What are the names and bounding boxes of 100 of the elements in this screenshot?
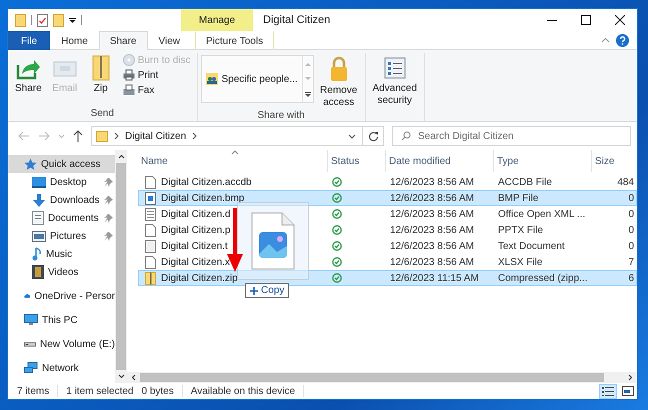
type-cell-text: Compressed (zipp... (497, 272, 588, 284)
ribbon-tab[interactable]: Home (50, 31, 99, 50)
type-cell-text: ACCDB File (497, 176, 553, 188)
scroll-down-icon[interactable] (118, 374, 124, 379)
disc-icon (122, 54, 135, 66)
file-row[interactable]: Digital Citizen.p 12/6/2023 8:56 AM PPTX File 0 (138, 222, 637, 238)
download-arrow-icon (32, 194, 46, 206)
nav-item[interactable]: New Volume (E:) (8, 335, 115, 353)
large-icons-view-button[interactable] (619, 384, 637, 398)
type-cell-text: XLSX File (497, 256, 544, 268)
picture-icon (32, 230, 46, 242)
help-icon[interactable] (616, 34, 629, 46)
up-icon[interactable] (73, 130, 83, 142)
size-cell-text: 0 (627, 240, 635, 252)
fax-button[interactable]: Fax (120, 83, 194, 97)
pin-icon[interactable] (104, 196, 113, 205)
nav-item[interactable]: Documents (8, 209, 115, 227)
status-text: 1 item selected (66, 386, 134, 396)
scroll-left-icon[interactable] (131, 374, 136, 381)
column-header[interactable]: Size (592, 150, 637, 172)
sort-caret-icon (231, 150, 239, 155)
film-icon (32, 265, 44, 279)
chevron-icon[interactable] (192, 132, 198, 140)
type-cell-text: Office Open XML ... (497, 208, 586, 220)
nav-item[interactable]: Downloads (8, 191, 115, 209)
file-name: Digital Citizen.t (161, 240, 228, 252)
date-cell-text: 12/6/2023 8:56 AM (389, 208, 475, 220)
advanced-security-button[interactable]: Advanced security (368, 53, 421, 108)
history-dropdown-icon[interactable] (348, 134, 356, 138)
nav-item[interactable]: Pictures (8, 227, 115, 245)
breadcrumb[interactable]: Digital Citizen (125, 130, 186, 142)
available-status-icon (332, 177, 342, 187)
group-label: Send (90, 108, 115, 121)
column-header[interactable]: Date modified (386, 150, 494, 172)
share-button[interactable]: Share (11, 53, 46, 96)
star-icon (24, 158, 37, 170)
nav-item[interactable]: Desktop (8, 173, 115, 191)
size-cell-text: 0 (627, 224, 635, 236)
column-header[interactable]: Status (328, 150, 386, 172)
available-status-icon (332, 241, 342, 251)
pin-icon[interactable] (104, 178, 113, 187)
date-cell-text: 12/6/2023 8:56 AM (389, 176, 475, 188)
ribbon-tab[interactable]: View (148, 31, 191, 50)
dropdown-icon[interactable] (69, 16, 76, 24)
desktop-icon (32, 176, 46, 188)
horizontal-scrollbar[interactable] (127, 372, 637, 383)
size-cell-text: 7 (627, 256, 635, 268)
file-row[interactable]: Digital Citizen.bmp 12/6/2023 8:56 AM BMP File 0 (138, 190, 637, 206)
column-header[interactable]: Name (138, 150, 328, 172)
type-cell-text: BMP File (497, 192, 540, 204)
available-status-icon (332, 193, 342, 203)
refresh-button[interactable] (362, 126, 384, 146)
details-view-button[interactable] (599, 384, 617, 398)
nav-item[interactable]: Network (8, 359, 115, 377)
pin-icon[interactable] (104, 214, 113, 223)
music-note-icon (32, 247, 42, 261)
drive-icon (24, 340, 36, 348)
address-field[interactable]: Digital Citizen (91, 126, 363, 146)
pin-icon[interactable] (104, 232, 113, 241)
search-field[interactable]: Search Digital Citizen (392, 126, 631, 146)
file-row[interactable]: Digital Citizen.accdb 12/6/2023 8:56 AM ACCDB File 484 (138, 174, 637, 190)
column-header[interactable]: Type (494, 150, 592, 172)
drag-tooltip: Copy (245, 283, 290, 298)
image-file-icon (251, 212, 295, 270)
scroll-right-icon[interactable] (628, 374, 633, 381)
status-text: Available on this device (190, 386, 296, 396)
size-cell-text: 0 (627, 192, 635, 204)
cloud-icon (24, 291, 30, 301)
file-row[interactable]: Digital Citizen.t 12/6/2023 8:56 AM Text Document 0 (138, 238, 637, 254)
file-icon (145, 176, 156, 188)
nav-item[interactable]: Quick access (8, 155, 115, 173)
size-cell-text: 0 (627, 208, 635, 220)
vertical-scrollbar[interactable] (115, 150, 127, 383)
specific-people-item[interactable]: Specific people... (202, 67, 302, 91)
document-file-icon (145, 208, 156, 220)
document-icon (32, 211, 44, 225)
ribbon-tab[interactable]: File (8, 31, 50, 50)
remove-access-button[interactable]: Remove access (316, 53, 362, 110)
date-cell-text: 12/6/2023 11:15 AM (389, 272, 480, 284)
folder-icon (96, 130, 108, 142)
expand-gallery-icon[interactable] (304, 92, 311, 96)
text-file-icon (145, 240, 156, 252)
chevron-icon[interactable] (114, 132, 119, 140)
nav-item[interactable]: Videos (8, 263, 115, 281)
ribbon-tab[interactable]: Share (98, 31, 148, 50)
file-row[interactable]: Digital Citizen.x 12/6/2023 8:56 AM XLSX File 7 (138, 254, 637, 270)
nav-item[interactable]: Music (8, 245, 115, 263)
nav-item[interactable]: This PC (8, 311, 115, 329)
scroll-up-icon[interactable] (118, 154, 124, 159)
collapse-ribbon-icon[interactable] (601, 37, 610, 43)
file-row[interactable]: Digital Citizen.d 12/6/2023 8:56 AM Office Open XML ... 0 (138, 206, 637, 222)
type-cell-text: Text Document (497, 240, 566, 252)
zip-button[interactable]: Zip (84, 53, 118, 96)
nav-item[interactable]: OneDrive - Persor (8, 287, 115, 305)
window-title: Digital Citizen (263, 14, 330, 26)
file-row[interactable]: Digital Citizen.zip 12/6/2023 11:15 AM Compressed (zipp... 6 (138, 270, 637, 286)
properties-icon[interactable] (37, 14, 48, 26)
group-label: Share with (256, 110, 306, 123)
image-file-icon (145, 192, 156, 204)
print-button[interactable]: Print (120, 68, 194, 82)
